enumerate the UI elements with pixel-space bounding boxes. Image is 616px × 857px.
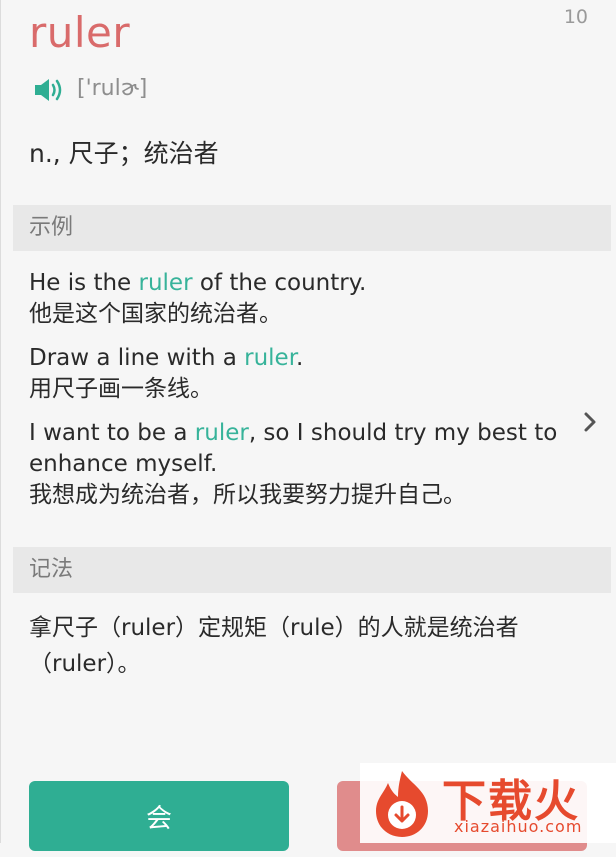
example-3-zh: 我想成为统治者，所以我要努力提升自己。 <box>29 482 466 508</box>
headword: ruler <box>29 8 131 57</box>
definition: n., 尺子；统治者 <box>29 139 219 168</box>
example-1-en: He is the ruler of the country. <box>29 270 367 296</box>
example-2-en: Draw a line with a ruler. <box>29 345 304 371</box>
know-button[interactable]: 会 <box>29 781 289 851</box>
example-1-zh: 他是这个国家的统治者。 <box>29 301 282 327</box>
example-2: Draw a line with a ruler. 用尺子画一条线。 <box>29 343 303 405</box>
mnemonic-section-header: 记法 <box>13 547 611 593</box>
word-counter: 10 <box>563 6 588 28</box>
example-3-highlight: ruler <box>194 420 249 446</box>
example-1: He is the ruler of the country. 他是这个国家的统… <box>29 268 366 330</box>
example-3-en: I want to be a ruler, so I should try my… <box>29 420 558 446</box>
example-2-zh: 用尺子画一条线。 <box>29 376 213 402</box>
watermark-url: xiazaihuo.com <box>454 817 583 836</box>
chevron-right-icon[interactable] <box>582 411 598 433</box>
left-divider <box>0 0 1 843</box>
example-3: I want to be a ruler, so I should try my… <box>29 418 557 511</box>
phonetic: ['rulɚ] <box>77 76 148 101</box>
example-1-highlight: ruler <box>138 270 193 296</box>
example-2-highlight: ruler <box>244 345 297 371</box>
speaker-icon[interactable] <box>33 77 65 103</box>
examples-section-header: 示例 <box>13 205 611 251</box>
example-3-en-line2: enhance myself. <box>29 451 218 477</box>
watermark: 下载火 xiazaihuo.com <box>360 763 616 843</box>
flame-logo <box>376 771 428 837</box>
mnemonic-text: 拿尺子（ruler）定规矩（rule）的人就是统治者（ruler）。 <box>29 615 519 677</box>
